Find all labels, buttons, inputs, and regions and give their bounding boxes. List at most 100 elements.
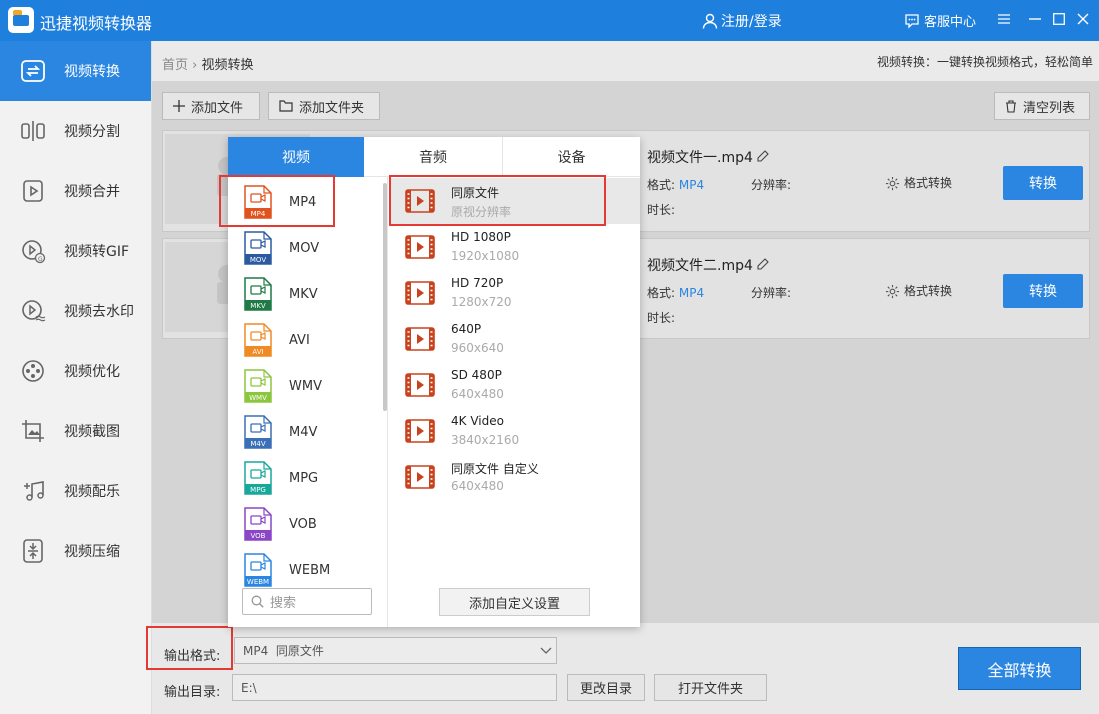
folder-icon	[279, 100, 293, 112]
plus-icon	[173, 100, 185, 112]
output-dir-field[interactable]: E:\	[232, 674, 557, 701]
resolution-size: 1280x720	[451, 295, 512, 309]
add-file-button[interactable]: 添加文件	[162, 92, 260, 120]
resolution-list: 同原文件 原视分辨率 HD 1080P 1920x1080 HD 720P 1280x72…	[389, 177, 640, 627]
format-item[interactable]: MOV MOV	[228, 225, 384, 271]
video-file-icon	[405, 465, 435, 489]
resolution-item[interactable]: 640P 960x640	[389, 316, 640, 362]
sidebar-item-video-music[interactable]: 视频配乐	[0, 461, 151, 521]
resolution-name: 同原文件	[451, 186, 500, 200]
video-file-icon	[405, 281, 435, 305]
tab-audio[interactable]: 音频	[364, 137, 502, 177]
format-item[interactable]: M4V M4V	[228, 409, 384, 455]
format-item[interactable]: AVI AVI	[228, 317, 384, 363]
close-icon[interactable]	[1074, 10, 1092, 28]
app-title: 迅捷视频转换器	[40, 14, 153, 33]
format-item[interactable]: WMV WMV	[228, 363, 384, 409]
resolution-item[interactable]: HD 720P 1280x720	[389, 270, 640, 316]
output-format-label: 输出格式:	[164, 649, 221, 664]
minimize-icon[interactable]	[1026, 10, 1044, 28]
format-search-input[interactable]: 搜索	[242, 588, 372, 615]
page-tagline: 视频转换：一键转换视频格式，轻松简单	[876, 55, 1093, 69]
file-resolution: 分辨率:	[751, 286, 792, 300]
sidebar-item-video-optimize[interactable]: 视频优化	[0, 341, 151, 401]
login-link[interactable]: 注册/登录	[702, 11, 782, 31]
file-resolution: 分辨率:	[751, 178, 792, 192]
clear-list-button[interactable]: 清空列表	[994, 92, 1090, 120]
user-icon	[702, 13, 718, 29]
format-list-scrollbar[interactable]	[383, 183, 387, 411]
menu-icon[interactable]	[995, 10, 1013, 28]
sidebar-item-video-convert[interactable]: 视频转换	[0, 41, 151, 101]
sidebar-item-label: 视频转换	[64, 64, 120, 80]
format-label: MPG	[289, 470, 319, 486]
open-folder-button[interactable]: 打开文件夹	[654, 674, 767, 701]
compress-icon	[20, 538, 46, 564]
resolution-item[interactable]: SD 480P 640x480	[389, 362, 640, 408]
sidebar-item-video-merge[interactable]: 视频合并	[0, 161, 151, 221]
svg-text:MPG: MPG	[250, 486, 266, 494]
output-format-select[interactable]: MP4 同原文件	[234, 637, 557, 664]
sidebar-item-video-screenshot[interactable]: 视频截图	[0, 401, 151, 461]
sidebar-item-label: 视频转GIF	[64, 244, 130, 260]
format-label: MOV	[289, 240, 320, 256]
format-label: WEBM	[289, 562, 331, 578]
customer-service-link[interactable]: 客服中心	[904, 11, 976, 30]
sidebar-item-video-compress[interactable]: 视频压缩	[0, 521, 151, 581]
maximize-icon[interactable]	[1050, 10, 1068, 28]
format-item[interactable]: VOB VOB	[228, 501, 384, 547]
format-item[interactable]: WEBM WEBM	[228, 547, 384, 593]
resolution-item[interactable]: 同原文件 原视分辨率	[389, 178, 640, 224]
format-convert-link[interactable]: 格式转换	[885, 174, 952, 191]
add-custom-setting-button[interactable]: 添加自定义设置	[439, 588, 590, 616]
resolution-name: 640P	[451, 322, 482, 336]
sidebar-item-remove-watermark[interactable]: 视频去水印	[0, 281, 151, 341]
tab-video[interactable]: 视频	[228, 137, 364, 177]
video-file-icon	[405, 235, 435, 259]
resolution-item[interactable]: 4K Video 3840x2160	[389, 408, 640, 454]
tab-device[interactable]: 设备	[502, 137, 640, 177]
resolution-item[interactable]: 同原文件 自定义 640x480	[389, 454, 640, 500]
resolution-item[interactable]: HD 1080P 1920x1080	[389, 224, 640, 270]
file-format-icon: MPG	[244, 461, 272, 495]
sidebar-item-label: 视频压缩	[64, 544, 120, 560]
gif-icon: G	[20, 238, 46, 264]
resolution-name: HD 720P	[451, 276, 504, 290]
edit-icon[interactable]	[757, 150, 770, 162]
resolution-name: HD 1080P	[451, 230, 511, 244]
add-folder-button[interactable]: 添加文件夹	[268, 92, 380, 120]
video-file-icon	[405, 419, 435, 443]
film-reel-icon	[20, 358, 46, 384]
format-label: MKV	[289, 286, 318, 302]
format-label: AVI	[289, 332, 310, 348]
convert-all-button[interactable]: 全部转换	[958, 647, 1081, 690]
sidebar-item-label: 视频去水印	[64, 304, 134, 320]
resolution-size: 原视分辨率	[451, 205, 512, 219]
svg-text:MP4: MP4	[251, 210, 266, 218]
convert-button[interactable]: 转换	[1003, 274, 1083, 308]
edit-icon[interactable]	[757, 258, 770, 270]
format-dropdown-panel: 视频 音频 设备 MP4 MP4 MOV MOV MKV MKV AVI AVI WMV WMV M…	[228, 137, 640, 627]
breadcrumb-home[interactable]: 首页	[162, 58, 188, 73]
format-list: MP4 MP4 MOV MOV MKV MKV AVI AVI WMV WMV M4V M4V MPG M…	[228, 177, 388, 627]
breadcrumb-current: 视频转换	[201, 58, 254, 73]
sidebar-item-label: 视频合并	[64, 184, 120, 200]
file-format-icon: MOV	[244, 231, 272, 265]
sidebar-item-video-split[interactable]: 视频分割	[0, 101, 151, 161]
convert-icon	[20, 58, 46, 84]
convert-button[interactable]: 转换	[1003, 166, 1083, 200]
change-dir-button[interactable]: 更改目录	[567, 674, 645, 701]
title-bar: 迅捷视频转换器 注册/登录 客服中心	[0, 0, 1099, 41]
format-item[interactable]: MPG MPG	[228, 455, 384, 501]
music-icon	[20, 478, 46, 504]
gear-icon	[885, 176, 900, 191]
resolution-name: 4K Video	[451, 414, 504, 428]
format-item[interactable]: MP4 MP4	[228, 179, 384, 225]
sidebar-item-video-to-gif[interactable]: G 视频转GIF	[0, 221, 151, 281]
file-format: 格式: MP4	[647, 286, 705, 300]
file-format-icon: MP4	[244, 185, 272, 219]
file-format-icon: AVI	[244, 323, 272, 357]
format-convert-link[interactable]: 格式转换	[885, 282, 952, 299]
format-label: WMV	[289, 378, 322, 394]
format-item[interactable]: MKV MKV	[228, 271, 384, 317]
